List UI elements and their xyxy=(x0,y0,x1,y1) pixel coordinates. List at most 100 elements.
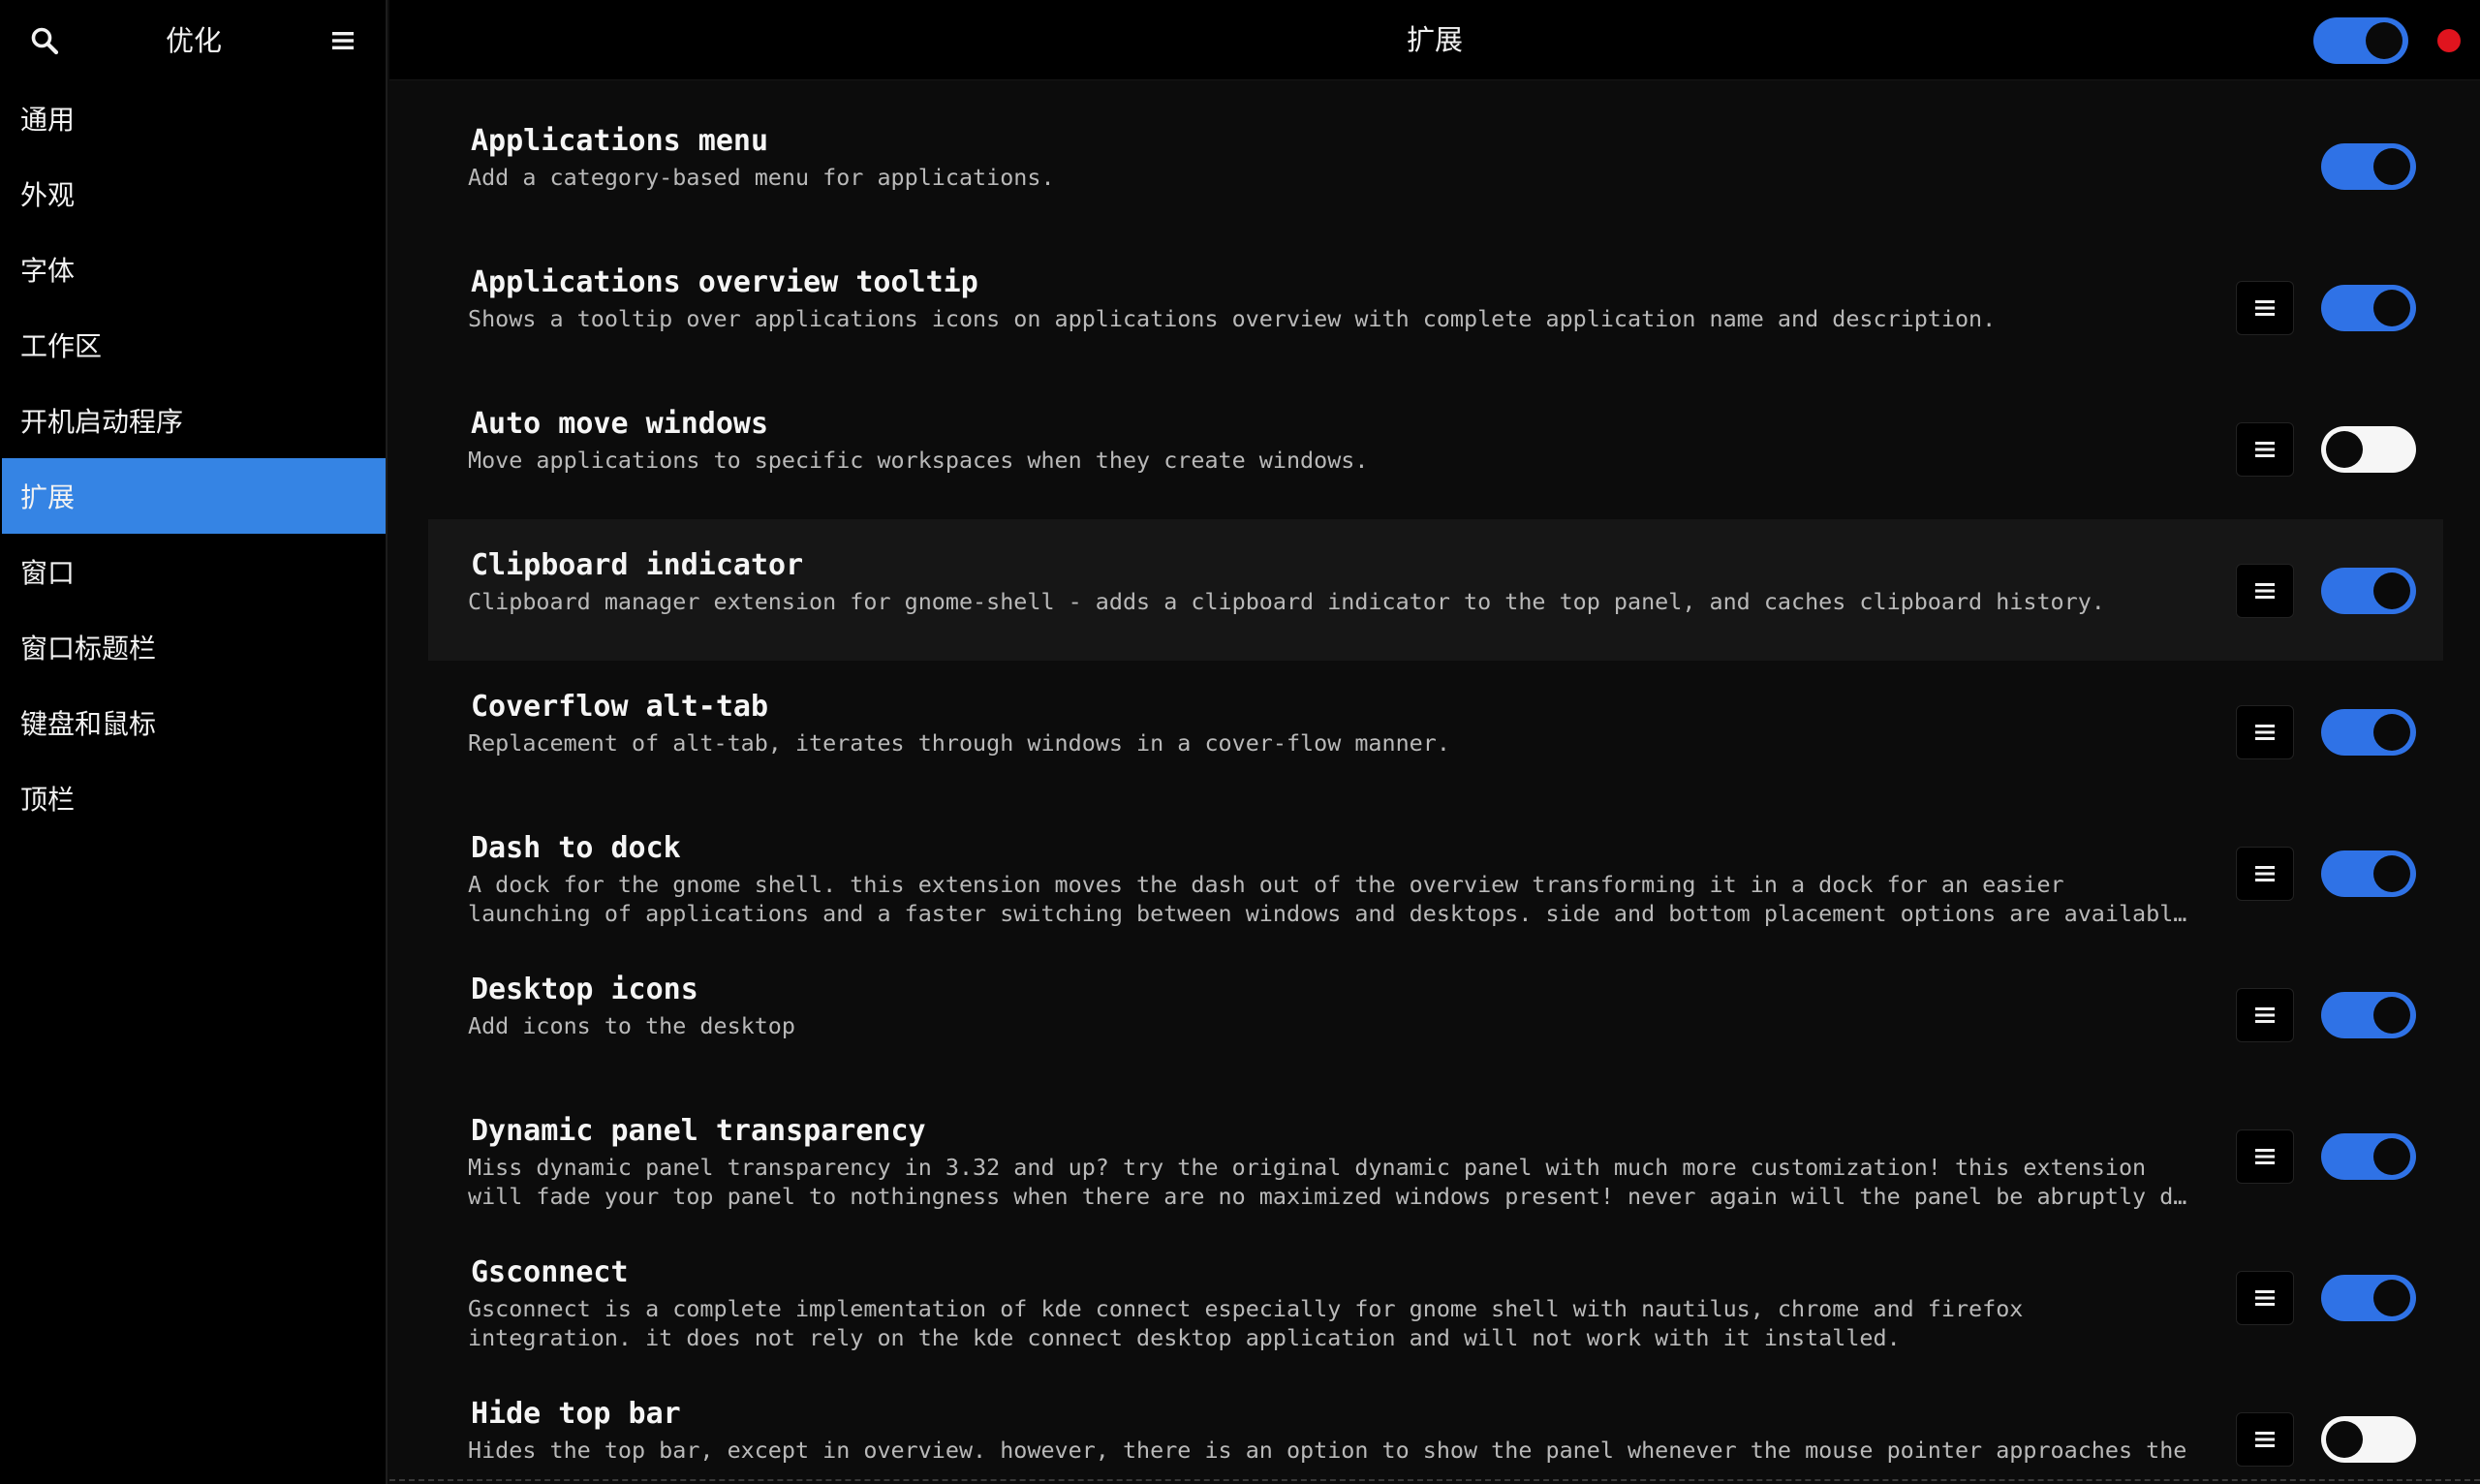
extension-description-line: integration. it does not rely on the kde… xyxy=(468,1324,1901,1351)
extension-name: Applications menu xyxy=(471,124,769,158)
sidebar-item-1[interactable]: 外观 xyxy=(2,156,386,232)
sidebar-item-5[interactable]: 扩展 xyxy=(2,458,386,534)
extension-row: Gsconnect Gsconnect is a complete impleme… xyxy=(428,1226,2443,1368)
extension-row: Applications menu Add a category-based me… xyxy=(428,95,2443,236)
extensions-master-toggle[interactable] xyxy=(2313,17,2408,64)
extension-settings-button[interactable] xyxy=(2236,988,2294,1042)
tweaks-window: 优化 通用 外观 字体 工作区 开机启动程序 扩展 窗口 窗口标题栏 键盘和鼠标 顶栏 扩展 Ap… xyxy=(0,0,2480,1484)
extension-settings-button[interactable] xyxy=(2236,1412,2294,1467)
scroll-edge-divider xyxy=(389,1479,2480,1481)
hamburger-menu-icon xyxy=(2255,725,2275,740)
extension-description: Replacement of alt-tab, iterates through… xyxy=(468,728,2192,757)
extension-enable-toggle[interactable] xyxy=(2321,992,2416,1038)
extension-name: Dynamic panel transparency xyxy=(471,1114,926,1148)
extension-description-line: Add a category-based menu for applicatio… xyxy=(468,164,1055,191)
close-window-button[interactable] xyxy=(2437,29,2461,52)
main-menu-button[interactable] xyxy=(320,19,366,62)
extension-settings-button[interactable] xyxy=(2236,1129,2294,1184)
extension-description: Add a category-based menu for applicatio… xyxy=(468,163,2192,192)
extension-name: Coverflow alt-tab xyxy=(471,690,769,724)
extension-enable-toggle[interactable] xyxy=(2321,1133,2416,1180)
extension-enable-toggle[interactable] xyxy=(2321,1275,2416,1321)
extension-description-line: Add icons to the desktop xyxy=(468,1012,795,1039)
extension-description: Shows a tooltip over applications icons … xyxy=(468,304,2192,333)
extension-enable-toggle[interactable] xyxy=(2321,1416,2416,1463)
toggle-knob xyxy=(2373,1138,2410,1175)
extension-row: Dynamic panel transparency Miss dynamic p… xyxy=(428,1085,2443,1226)
extension-description-line: Shows a tooltip over applications icons … xyxy=(468,305,1997,332)
sidebar-item-7[interactable]: 窗口标题栏 xyxy=(2,609,386,685)
extension-enable-toggle[interactable] xyxy=(2321,285,2416,331)
extension-enable-toggle[interactable] xyxy=(2321,143,2416,190)
search-icon xyxy=(31,27,59,55)
sidebar-item-label: 开机启动程序 xyxy=(20,406,184,438)
sidebar-item-label: 顶栏 xyxy=(20,784,76,816)
extension-description-line: Replacement of alt-tab, iterates through… xyxy=(468,729,1450,757)
extension-settings-button[interactable] xyxy=(2236,847,2294,901)
extension-row: Desktop icons Add icons to the desktop xyxy=(428,943,2443,1085)
extension-description-line: Gsconnect is a complete implementation o… xyxy=(468,1295,2024,1322)
hamburger-menu-icon xyxy=(2255,300,2275,316)
hamburger-menu-icon xyxy=(2255,1007,2275,1023)
toggle-knob xyxy=(2373,997,2410,1034)
extension-settings-button[interactable] xyxy=(2236,422,2294,477)
sidebar: 优化 通用外观字体工作区开机启动程序 扩展窗口窗口标题栏键盘和鼠标顶栏 xyxy=(0,0,388,1484)
hamburger-menu-icon xyxy=(2255,1290,2275,1306)
sidebar-item-6[interactable]: 窗口 xyxy=(2,534,386,609)
extension-description: Clipboard manager extension for gnome-sh… xyxy=(468,587,2192,616)
hamburger-menu-icon xyxy=(2255,1432,2275,1447)
extension-enable-toggle[interactable] xyxy=(2321,709,2416,756)
toggle-knob xyxy=(2373,714,2410,751)
extension-description-line: will fade your top panel to nothingness … xyxy=(468,1183,2192,1210)
extension-row: Coverflow alt-tab Replacement of alt-tab,… xyxy=(428,661,2443,802)
sidebar-item-label: 通用 xyxy=(20,104,76,136)
extension-settings-button[interactable] xyxy=(2236,705,2294,759)
sidebar-item-label: 窗口标题栏 xyxy=(20,633,157,665)
extension-settings-button[interactable] xyxy=(2236,1271,2294,1325)
sidebar-item-label: 键盘和鼠标 xyxy=(20,708,157,740)
sidebar-item-2[interactable]: 字体 xyxy=(2,232,386,307)
sidebar-item-8[interactable]: 键盘和鼠标 xyxy=(2,685,386,760)
extension-row: Dash to dock A dock for the gnome shell. … xyxy=(428,802,2443,943)
extension-settings-button[interactable] xyxy=(2236,564,2294,618)
extension-description: A dock for the gnome shell. this extensi… xyxy=(468,870,2192,928)
sidebar-item-label: 扩展 xyxy=(20,481,76,513)
sidebar-item-4[interactable]: 开机启动程序 xyxy=(2,383,386,458)
hamburger-menu-icon xyxy=(2255,583,2275,599)
extension-row: Clipboard indicator Clipboard manager ext… xyxy=(428,519,2443,661)
sidebar-item-3[interactable]: 工作区 xyxy=(2,307,386,383)
sidebar-item-9[interactable]: 顶栏 xyxy=(2,760,386,836)
toggle-knob xyxy=(2373,290,2410,326)
hamburger-menu-icon xyxy=(2255,866,2275,881)
extension-name: Clipboard indicator xyxy=(471,548,804,582)
extension-description-line: A dock for the gnome shell. this extensi… xyxy=(468,871,2064,898)
sidebar-item-label: 窗口 xyxy=(20,557,76,589)
extension-description: Hides the top bar, except in overview. h… xyxy=(468,1436,2192,1465)
extension-description-line: Clipboard manager extension for gnome-sh… xyxy=(468,588,2105,615)
extension-name: Hide top bar xyxy=(471,1397,681,1431)
extension-name: Desktop icons xyxy=(471,973,698,1006)
extension-name: Dash to dock xyxy=(471,831,681,865)
hamburger-menu-icon xyxy=(2255,442,2275,457)
extension-settings-button[interactable] xyxy=(2236,281,2294,335)
sidebar-item-0[interactable]: 通用 xyxy=(2,80,386,156)
toggle-knob xyxy=(2326,431,2363,468)
toggle-knob xyxy=(2373,855,2410,892)
extension-description-line: Hides the top bar, except in overview. h… xyxy=(468,1437,2187,1464)
extensions-panel: Applications menu Add a category-based me… xyxy=(389,81,2480,1484)
extension-name: Gsconnect xyxy=(471,1255,629,1289)
extension-name: Applications overview tooltip xyxy=(471,265,978,299)
header-bar: 扩展 xyxy=(389,0,2480,80)
hamburger-menu-icon xyxy=(2255,1149,2275,1164)
extension-description: Miss dynamic panel transparency in 3.32 … xyxy=(468,1153,2192,1211)
sidebar-item-label: 字体 xyxy=(20,255,76,287)
sidebar-header: 优化 xyxy=(0,0,386,80)
extension-enable-toggle[interactable] xyxy=(2321,850,2416,897)
sidebar-title: 优化 xyxy=(165,24,222,57)
toggle-knob xyxy=(2373,1280,2410,1316)
extension-enable-toggle[interactable] xyxy=(2321,426,2416,473)
sidebar-nav: 通用外观字体工作区开机启动程序 扩展窗口窗口标题栏键盘和鼠标顶栏 xyxy=(0,80,386,836)
extension-enable-toggle[interactable] xyxy=(2321,568,2416,614)
search-button[interactable] xyxy=(21,19,68,62)
extension-list: Applications menu Add a category-based me… xyxy=(428,95,2443,1484)
